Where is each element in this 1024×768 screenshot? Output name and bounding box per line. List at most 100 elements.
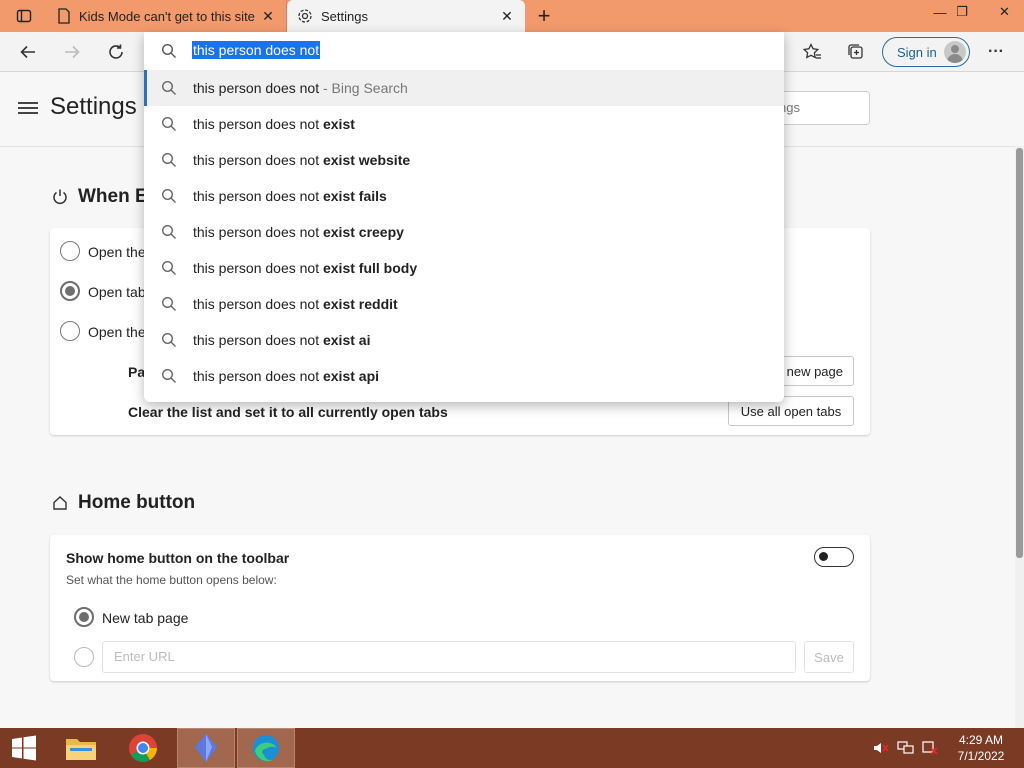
start-button[interactable] — [0, 728, 48, 768]
tab-kids-mode[interactable]: Kids Mode can't get to this site ✕ — [47, 0, 287, 32]
suggestion-item[interactable]: this person does not exist fails — [144, 178, 784, 214]
section-title-text: When E — [78, 186, 148, 207]
back-arrow-icon — [20, 45, 35, 59]
star-list-icon — [802, 43, 821, 59]
window-close-button[interactable]: ✕ — [985, 0, 1024, 24]
chrome-taskbar-button[interactable] — [120, 728, 166, 768]
scrollbar-thumb[interactable] — [1016, 148, 1023, 558]
collections-icon — [848, 44, 863, 59]
startup-option-radio[interactable] — [60, 281, 80, 301]
crystal-app-icon — [195, 734, 217, 762]
taskbar: 4:29 AM 7/1/2022 — [0, 728, 1024, 768]
search-icon — [161, 224, 176, 239]
edge-taskbar-button[interactable] — [237, 728, 295, 768]
search-icon — [161, 188, 176, 203]
suggestion-item[interactable]: this person does not - Bing Search — [144, 70, 784, 106]
edge-icon — [253, 735, 279, 762]
forward-arrow-icon — [65, 45, 80, 59]
tab-actions-button[interactable] — [8, 4, 40, 28]
menu-icon[interactable] — [18, 99, 38, 119]
chrome-icon — [129, 734, 157, 762]
folder-icon — [66, 739, 96, 760]
avatar — [944, 41, 966, 63]
address-bar-input[interactable]: this person does not — [144, 32, 784, 70]
startup-option-label: Open the — [88, 244, 146, 260]
scrollbar[interactable] — [1015, 146, 1024, 728]
clock-time: 4:29 AM — [958, 733, 1004, 747]
system-clock[interactable]: 4:29 AM 7/1/2022 — [948, 732, 1014, 764]
power-icon — [53, 189, 67, 205]
tab-settings[interactable]: Settings ✕ — [287, 0, 525, 32]
search-icon — [161, 80, 176, 95]
tab-strip: Kids Mode can't get to this site ✕ Setti… — [0, 0, 1024, 32]
suggestion-text: this person does not exist full body — [193, 260, 418, 276]
pages-label: Pa — [128, 364, 146, 380]
home-button-toggle[interactable] — [814, 547, 854, 567]
search-icon — [161, 332, 176, 347]
suggestion-item[interactable]: this person does not exist full body — [144, 250, 784, 286]
search-icon — [161, 260, 176, 275]
network-icon[interactable] — [896, 728, 916, 768]
back-button[interactable] — [14, 38, 42, 66]
address-bar-dropdown: this person does not this person does no… — [144, 32, 784, 402]
suggestion-text: this person does not - Bing Search — [193, 80, 408, 96]
suggestion-item[interactable]: this person does not exist reddit — [144, 286, 784, 322]
suggestion-item[interactable]: this person does not exist creepy — [144, 214, 784, 250]
suggestion-text: this person does not exist website — [193, 152, 411, 168]
collections-button[interactable] — [842, 38, 870, 66]
more-menu-button[interactable]: ··· — [982, 38, 1010, 66]
suggestion-text: this person does not exist creepy — [193, 224, 404, 240]
tab-title: Kids Mode can't get to this site — [79, 8, 255, 24]
home-section-title: Home button — [52, 492, 195, 514]
tab-actions-icon — [16, 9, 32, 23]
suggestion-item[interactable]: this person does not exist website — [144, 142, 784, 178]
sign-in-button[interactable]: Sign in — [882, 37, 970, 67]
suggestion-text: this person does not exist reddit — [193, 296, 398, 312]
new-tab-page-label: New tab page — [102, 610, 189, 626]
file-explorer-taskbar-button[interactable] — [58, 728, 104, 768]
suggestion-item[interactable]: this person does not exist — [144, 106, 784, 142]
search-icon — [161, 43, 176, 58]
section-title-text: Home button — [78, 492, 196, 513]
new-tab-button[interactable]: + — [532, 3, 556, 28]
startup-section-title: When E — [52, 186, 148, 208]
home-sub-label: Set what the home button opens below: — [66, 573, 277, 587]
close-icon[interactable]: ✕ — [260, 8, 276, 24]
custom-url-radio[interactable] — [74, 647, 94, 667]
maximize-button[interactable]: ❐ — [947, 0, 977, 24]
suggestion-text: this person does not exist api — [193, 368, 380, 384]
page-title: Settings — [50, 93, 137, 120]
startup-option-label: Open the — [88, 324, 146, 340]
search-icon — [161, 296, 176, 311]
new-tab-page-radio[interactable] — [74, 607, 94, 627]
windows-logo-icon — [12, 735, 36, 761]
home-card: Show home button on the toolbar Set what… — [50, 535, 870, 681]
home-url-input[interactable]: Enter URL — [102, 641, 796, 673]
search-icon — [161, 368, 176, 383]
favorites-button[interactable] — [798, 38, 826, 66]
notification-icon[interactable] — [920, 728, 940, 768]
sign-in-label: Sign in — [897, 44, 937, 60]
gear-icon — [298, 9, 312, 23]
clear-list-label: Clear the list and set it to all current… — [128, 404, 448, 420]
forward-button[interactable] — [58, 38, 86, 66]
search-icon — [161, 152, 176, 167]
refresh-button[interactable] — [102, 38, 130, 66]
save-button[interactable]: Save — [804, 641, 854, 673]
page-icon — [58, 8, 70, 24]
startup-option-radio[interactable] — [60, 321, 80, 341]
refresh-icon — [109, 44, 123, 59]
suggestion-text: this person does not exist ai — [193, 332, 371, 348]
search-icon — [161, 116, 176, 131]
app-taskbar-button[interactable] — [177, 728, 235, 768]
clock-date: 7/1/2022 — [957, 749, 1005, 763]
close-icon[interactable]: ✕ — [499, 8, 515, 24]
startup-option-label: Open tab — [88, 284, 146, 300]
suggestion-item[interactable]: this person does not exist api — [144, 358, 784, 394]
tab-title: Settings — [321, 8, 368, 24]
startup-option-radio[interactable] — [60, 241, 80, 261]
home-icon — [53, 496, 67, 510]
volume-muted-icon[interactable] — [872, 728, 890, 768]
suggestion-text: this person does not exist — [193, 116, 355, 132]
suggestion-item[interactable]: this person does not exist ai — [144, 322, 784, 358]
